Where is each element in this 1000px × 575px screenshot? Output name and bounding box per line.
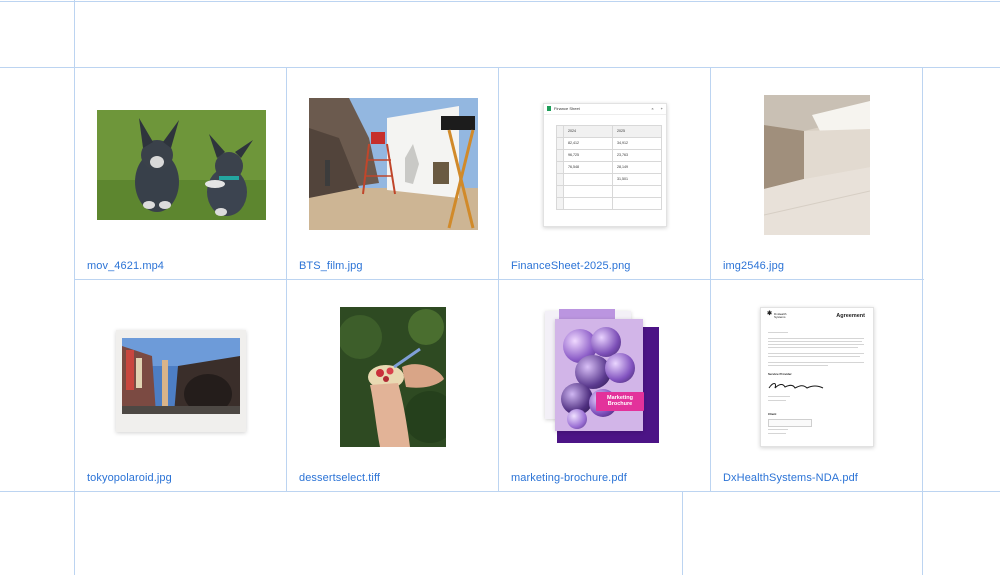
company-logo-text: DxHealth Systems	[774, 311, 787, 319]
file-name: BTS_film.jpg	[299, 260, 363, 272]
grid-line-top	[0, 1, 1000, 2]
tokyo-street-image	[116, 329, 246, 432]
company-logo: ✱ DxHealth Systems	[767, 310, 794, 320]
add-tab-icon: +	[660, 106, 663, 111]
sheet-cell: 82,412	[563, 136, 613, 150]
file-tile[interactable]: BTS_film.jpg	[287, 68, 499, 280]
file-name: marketing-brochure.pdf	[511, 472, 627, 484]
file-name: mov_4621.mp4	[87, 260, 165, 272]
file-tile[interactable]: Finance Sheet × + 2024 2025 82,412 34,912…	[499, 68, 711, 280]
brochure-thumbnail: Marketing Brochure	[543, 308, 667, 445]
signature-image	[768, 382, 824, 389]
sheet-cell: 31,501	[612, 172, 662, 186]
brochure-cover	[555, 318, 643, 431]
sheet-header-cell: 2024	[563, 124, 613, 138]
client-label: Client	[768, 411, 777, 416]
file-tile[interactable]: ✱ DxHealth Systems Agreement Service Pro…	[711, 280, 923, 492]
file-tile[interactable]: Marketing Brochure marketing-brochure.pd…	[499, 280, 711, 492]
image-thumbnail	[340, 306, 446, 447]
image-thumbnail	[308, 97, 478, 230]
document-thumbnail: ✱ DxHealth Systems Agreement Service Pro…	[760, 306, 874, 447]
sheet-cell: 34,912	[612, 136, 662, 150]
sheets-icon	[547, 106, 551, 111]
file-tile[interactable]: dessertselect.tiff	[287, 280, 499, 492]
brochure-label-line2: Brochure	[607, 401, 633, 407]
grid-line-bottom-split	[682, 491, 683, 575]
file-name: img2546.jpg	[723, 260, 785, 272]
film-set-image	[308, 97, 478, 230]
sheet-cell: 23,763	[612, 148, 662, 162]
architecture-image	[764, 94, 870, 235]
sheet-cell: 76,548	[563, 160, 613, 174]
asterisk-logo-icon: ✱	[767, 310, 773, 317]
image-thumbnail	[116, 329, 246, 432]
file-tile[interactable]: tokyopolaroid.jpg	[75, 280, 287, 492]
dessert-image	[340, 306, 446, 447]
brochure-label: Marketing Brochure	[596, 391, 644, 411]
file-name: dessertselect.tiff	[299, 472, 381, 484]
file-tile[interactable]: mov_4621.mp4	[75, 68, 287, 280]
file-name: FinanceSheet-2025.png	[511, 260, 631, 272]
sheet-cell: 96,725	[563, 148, 613, 162]
image-thumbnail	[764, 94, 870, 235]
close-icon: ×	[651, 106, 654, 111]
dogs-image	[96, 109, 266, 220]
sheet-tab-title: Finance Sheet	[554, 106, 580, 111]
file-name: tokyopolaroid.jpg	[87, 472, 172, 484]
sheet-cell: 28,149	[612, 160, 662, 174]
file-name: DxHealthSystems-NDA.pdf	[723, 472, 858, 484]
file-tile[interactable]: img2546.jpg	[711, 68, 923, 280]
sheet-tab-bar: Finance Sheet × +	[544, 104, 666, 115]
client-signature-field	[768, 418, 812, 427]
video-thumbnail	[96, 109, 266, 220]
service-provider-label: Service Provider	[768, 371, 792, 376]
sheet-cell	[563, 172, 613, 186]
sheet-header-cell: 2025	[612, 124, 662, 138]
spreadsheet-thumbnail: Finance Sheet × + 2024 2025 82,412 34,912…	[543, 102, 667, 227]
sheet-table: 2024 2025 82,412 34,912 96,725 23,763 76,5…	[556, 124, 662, 210]
document-title: Agreement	[836, 312, 865, 319]
